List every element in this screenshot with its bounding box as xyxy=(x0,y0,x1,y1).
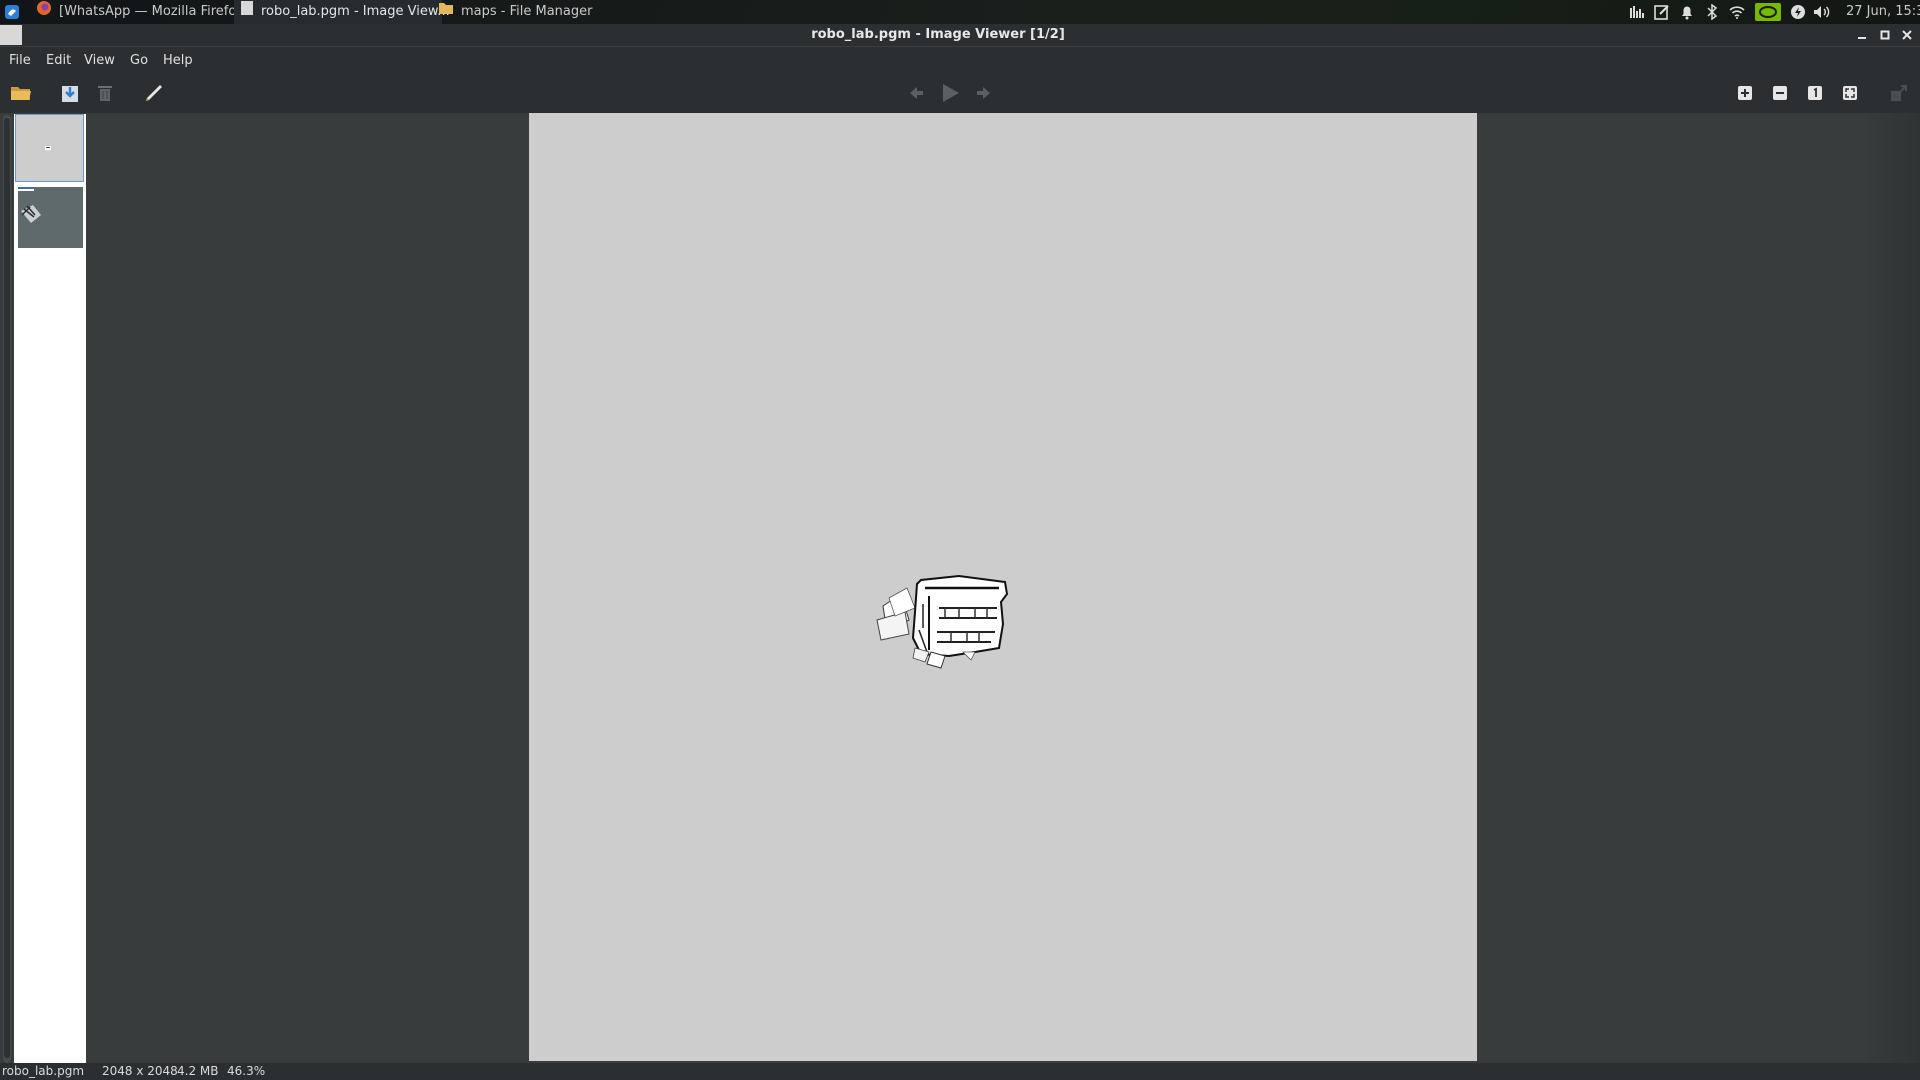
thumbnail-robo-lab[interactable] xyxy=(15,114,84,182)
bell-icon[interactable] xyxy=(1677,0,1697,24)
menu-help[interactable]: Help xyxy=(163,53,193,68)
zoom-in-icon[interactable] xyxy=(1733,81,1757,105)
task-label: robo_lab.pgm - Image View... xyxy=(261,4,450,19)
window-title: robo_lab.pgm - Image Viewer [1/2] xyxy=(811,27,1065,42)
zoom-out-icon[interactable] xyxy=(1768,81,1792,105)
bluetooth-icon[interactable] xyxy=(1703,0,1721,24)
fit-icon[interactable] xyxy=(1887,81,1911,105)
delete-icon[interactable] xyxy=(93,81,117,105)
window-titlebar[interactable]: robo_lab.pgm - Image Viewer [1/2] xyxy=(0,24,1920,46)
thumbnail-image xyxy=(45,146,51,150)
image-file-icon xyxy=(240,0,254,25)
image-canvas[interactable] xyxy=(529,113,1477,1061)
taskbar: [WhatsApp — Mozilla Firefox] robo_lab.pg… xyxy=(0,0,1920,24)
menu-go[interactable]: Go xyxy=(130,53,148,68)
task-file-manager[interactable]: maps - File Manager xyxy=(432,0,598,24)
notes-icon[interactable] xyxy=(1652,0,1672,24)
status-dimensions: 2048 x 2048 xyxy=(102,1064,178,1078)
volume-icon[interactable] xyxy=(1812,0,1832,24)
wifi-icon[interactable] xyxy=(1727,0,1747,24)
toolbar xyxy=(0,73,1920,113)
task-image-viewer[interactable]: robo_lab.pgm - Image View... xyxy=(234,0,450,25)
task-label: maps - File Manager xyxy=(461,4,593,19)
right-edge-shade xyxy=(1860,113,1920,1063)
statusbar: robo_lab.pgm 2048 x 2048 4.2 MB 46.3% xyxy=(0,1063,1920,1080)
menu-file[interactable]: File xyxy=(9,53,31,68)
zoom-original-icon[interactable] xyxy=(1803,81,1827,105)
status-filename: robo_lab.pgm xyxy=(2,1064,85,1078)
play-slideshow-icon[interactable] xyxy=(938,81,962,105)
open-folder-icon[interactable] xyxy=(9,81,33,105)
close-icon[interactable] xyxy=(1899,27,1915,43)
fullscreen-icon[interactable] xyxy=(1838,81,1862,105)
thumbnail-image xyxy=(18,187,41,223)
task-firefox[interactable]: [WhatsApp — Mozilla Firefox] xyxy=(30,0,255,24)
app-menu-icon xyxy=(5,5,19,19)
task-label: [WhatsApp — Mozilla Firefox] xyxy=(59,4,249,19)
power-icon[interactable] xyxy=(1789,0,1807,24)
app-menu-button[interactable] xyxy=(4,0,20,24)
next-icon[interactable] xyxy=(972,81,996,105)
firefox-icon xyxy=(36,0,52,25)
menu-view[interactable]: View xyxy=(84,53,115,68)
menubar: File Edit View Go Help xyxy=(0,47,1920,73)
minimize-icon[interactable] xyxy=(1854,27,1870,43)
previous-icon[interactable] xyxy=(904,81,928,105)
occupancy-map-image xyxy=(876,574,1009,669)
folder-icon xyxy=(438,0,454,24)
sidebar-scrollbar-thumb[interactable] xyxy=(4,118,10,1058)
thumbnail-pane xyxy=(14,114,86,1063)
save-icon[interactable] xyxy=(58,81,82,105)
menu-edit[interactable]: Edit xyxy=(46,53,71,68)
maximize-icon[interactable] xyxy=(1877,27,1893,43)
nvidia-icon[interactable] xyxy=(1754,0,1782,24)
edit-pencil-icon[interactable] xyxy=(142,81,166,105)
status-filesize: 4.2 MB xyxy=(177,1064,219,1078)
clock[interactable]: 27 Jun, 15:36 xyxy=(1846,0,1920,24)
thumbnail-map-preview[interactable] xyxy=(18,187,83,248)
system-monitor-icon[interactable] xyxy=(1628,0,1648,24)
status-zoom: 46.3% xyxy=(227,1064,266,1078)
